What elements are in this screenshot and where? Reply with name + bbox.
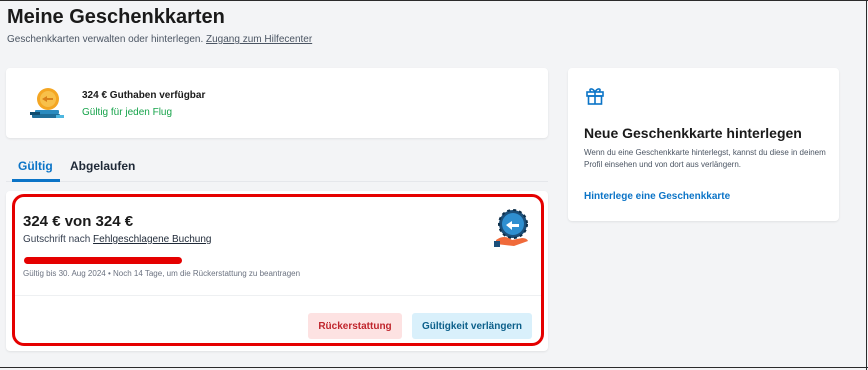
balance-card: 324 € Guthaben verfügbar Gültig für jede… <box>6 68 548 138</box>
top-border <box>0 0 868 1</box>
tab-valid[interactable]: Gültig <box>18 159 53 173</box>
bottom-border <box>0 367 868 368</box>
voucher-description: Gutschrift nach Fehlgeschlagene Buchung <box>23 234 211 245</box>
coin-stack-icon <box>30 88 64 118</box>
add-gift-card-panel: Neue Geschenkkarte hinterlegen Wenn du e… <box>568 68 839 221</box>
failed-booking-link[interactable]: Fehlgeschlagene Buchung <box>93 234 211 245</box>
extend-validity-button[interactable]: Gültigkeit verlängern <box>412 313 532 339</box>
subtitle-text: Geschenkkarten verwalten oder hinterlege… <box>7 34 204 45</box>
help-center-link[interactable]: Zugang zum Hilfecenter <box>206 34 312 45</box>
voucher-tabs: Gültig Abgelaufen <box>6 154 548 182</box>
voucher-validity: Gültig bis 30. Aug 2024 • Noch 14 Tage, … <box>23 269 301 278</box>
add-gift-card-link[interactable]: Hinterlege eine Geschenkkarte <box>584 191 730 202</box>
refund-button[interactable]: Rückerstattung <box>308 313 402 339</box>
card-divider <box>12 295 542 296</box>
page-title: Meine Geschenkkarten <box>7 6 225 28</box>
page-subtitle: Geschenkkarten verwalten oder hinterlege… <box>7 34 312 45</box>
voucher-card: 324 € von 324 € Gutschrift nach Fehlgesc… <box>6 191 548 351</box>
add-gift-card-description: Wenn du eine Geschenkkarte hinterlegst, … <box>584 148 826 169</box>
hand-with-coin-icon <box>494 209 528 247</box>
right-border <box>866 0 867 370</box>
active-tab-indicator <box>12 179 60 182</box>
voucher-desc-prefix: Gutschrift nach <box>23 234 91 245</box>
add-gift-card-title: Neue Geschenkkarte hinterlegen <box>584 125 802 141</box>
redaction-mark <box>24 257 182 264</box>
balance-validity-note: Gültig für jeden Flug <box>82 107 173 118</box>
balance-amount: 324 € Guthaben verfügbar <box>82 90 206 101</box>
gift-icon <box>586 88 604 105</box>
tab-expired[interactable]: Abgelaufen <box>70 159 135 173</box>
voucher-amount: 324 € von 324 € <box>23 213 134 230</box>
